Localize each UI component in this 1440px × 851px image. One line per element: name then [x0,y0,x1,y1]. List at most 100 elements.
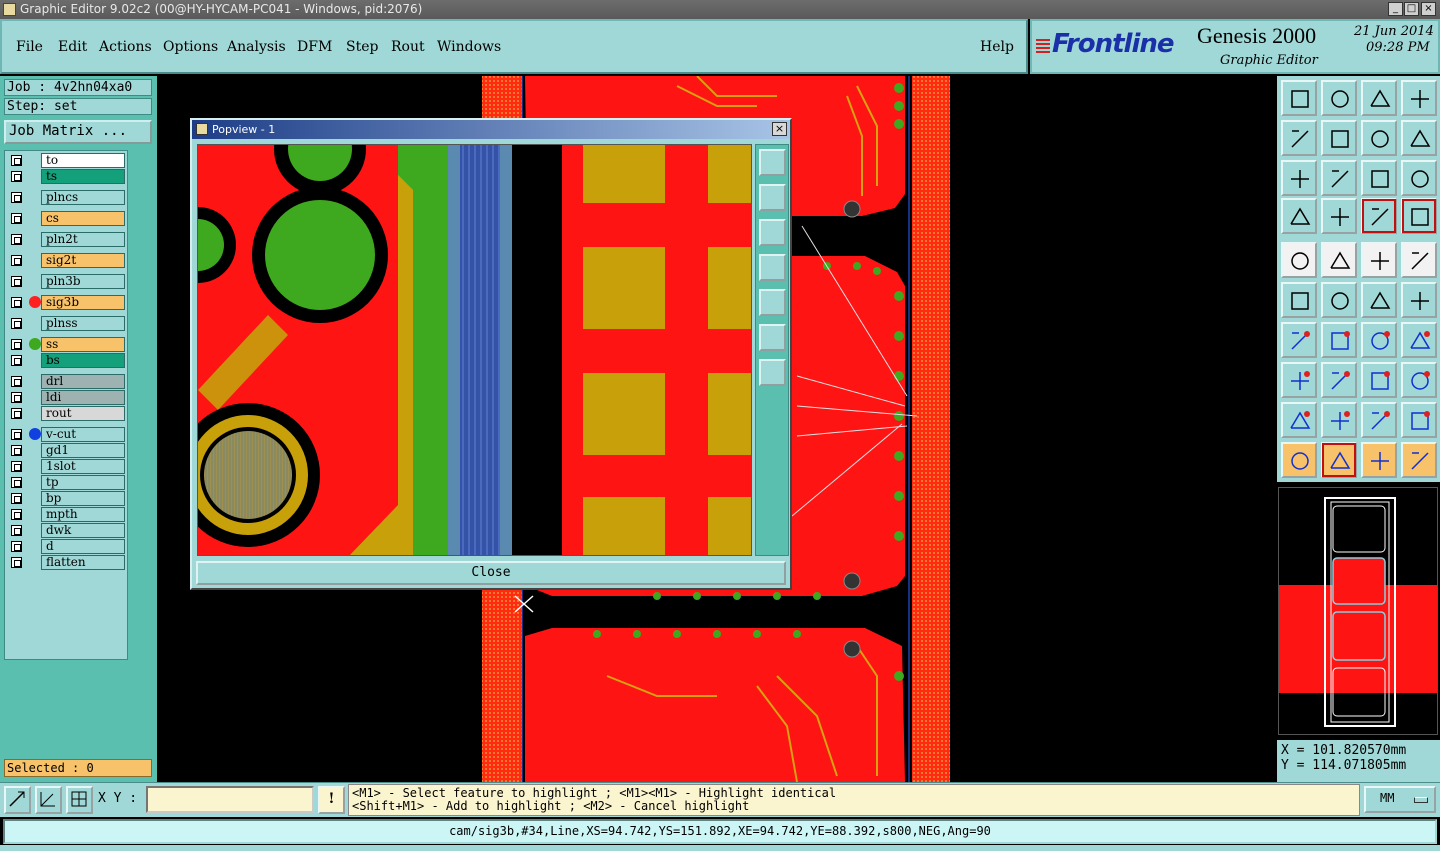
layer-label[interactable]: mpth [41,507,125,522]
layer-checkbox[interactable] [11,297,22,308]
menu-options[interactable]: Options [163,39,218,55]
execute-button[interactable]: ! [318,786,345,814]
layer-checkbox[interactable] [11,339,22,350]
measure-angle-icon[interactable] [35,786,62,814]
bar-icon[interactable] [1321,362,1357,398]
center-icon[interactable] [1321,160,1357,196]
layer-row-sig2t[interactable]: sig2t [7,253,125,268]
layer-label[interactable]: sig2t [41,253,125,268]
triangle-a-icon[interactable] [1281,402,1317,438]
fit-icon[interactable] [1281,160,1317,196]
layer-row-v-cut[interactable]: v-cut [7,427,125,442]
circle-select-icon[interactable] [1401,242,1437,278]
close-icon[interactable]: × [1421,2,1436,16]
layer-row-cs[interactable]: cs [7,211,125,226]
menu-edit[interactable]: Edit [58,39,87,55]
units-dropdown[interactable]: MM [1364,786,1436,813]
line-b-icon[interactable] [1321,322,1357,358]
layer-checkbox[interactable] [11,318,22,329]
layer-row-dwk[interactable]: dwk [7,523,125,538]
layer-checkbox[interactable] [11,493,22,504]
pv-pan-down-icon[interactable] [759,219,786,246]
help-query-icon[interactable] [1401,160,1437,196]
layer-checkbox[interactable] [11,276,22,287]
cross-icon[interactable] [1321,282,1357,318]
menu-actions[interactable]: Actions [99,39,152,55]
layer-label[interactable]: gd1 [41,443,125,458]
layers-a-icon[interactable] [1361,198,1397,234]
layer-label[interactable]: bs [41,353,125,368]
popview-title-bar[interactable]: Popview - 1 × [192,120,790,139]
layer-row-drl[interactable]: drl [7,374,125,389]
layer-checkbox[interactable] [11,557,22,568]
layer-checkbox[interactable] [11,445,22,456]
layer-row-pln3b[interactable]: pln3b [7,274,125,289]
layers-b-icon[interactable] [1401,198,1437,234]
layer-label[interactable]: bp [41,491,125,506]
house-icon[interactable] [1361,80,1397,116]
connect-icon[interactable] [1281,282,1317,318]
layer-row-flatten[interactable]: flatten [7,555,125,570]
layer-checkbox[interactable] [11,213,22,224]
pv-zoom-window-icon[interactable] [759,149,786,176]
grid-snap-icon[interactable] [66,786,93,814]
zoom-in-icon[interactable] [1321,80,1357,116]
layer-checkbox[interactable] [11,376,22,387]
layer-label[interactable]: v-cut [41,427,125,442]
layer-label[interactable]: drl [41,374,125,389]
zoom-window-icon[interactable] [4,786,31,814]
popview-canvas[interactable] [197,144,752,556]
add-pad-icon[interactable] [1281,242,1317,278]
node-b-icon[interactable] [1401,282,1437,318]
layer-label[interactable]: dwk [41,523,125,538]
layer-checkbox[interactable] [11,509,22,520]
popview-close-button[interactable]: Close [196,561,786,585]
layer-label[interactable]: rout [41,406,125,421]
triangle-c-icon[interactable] [1361,402,1397,438]
triangle-b-icon[interactable] [1321,402,1357,438]
menu-file[interactable]: File [16,39,43,55]
menu-windows[interactable]: Windows [437,39,501,55]
minimap-view[interactable] [1278,487,1438,735]
layer-row-bp[interactable]: bp [7,491,125,506]
layer-row-plnss[interactable]: plnss [7,316,125,331]
layer-label[interactable]: 1slot [41,459,125,474]
route-icon[interactable] [1401,442,1437,478]
layer-checkbox[interactable] [11,541,22,552]
mirror-icon[interactable] [1401,120,1437,156]
layer-row-gd1[interactable]: gd1 [7,443,125,458]
home-view-icon[interactable] [1281,80,1317,116]
layer-row-rout[interactable]: rout [7,406,125,421]
menu-dfm[interactable]: DFM [297,39,332,55]
pv-pan-up-icon[interactable] [759,184,786,211]
xy-coordinate-input[interactable] [146,786,314,813]
add-shape-icon[interactable] [1321,242,1357,278]
layer-checkbox[interactable] [11,155,22,166]
layer-label[interactable]: d [41,539,125,554]
layer-row-mpth[interactable]: mpth [7,507,125,522]
layer-row-plncs[interactable]: plncs [7,190,125,205]
layer-row-ldi[interactable]: ldi [7,390,125,405]
net-icon[interactable] [1401,362,1437,398]
layer-row-d[interactable]: d [7,539,125,554]
layer-row-to[interactable]: to [7,153,125,168]
layer-row-1slot[interactable]: 1slot [7,459,125,474]
layer-label[interactable]: cs [41,211,125,226]
layer-checkbox[interactable] [11,255,22,266]
layer-checkbox[interactable] [11,477,22,488]
layer-label[interactable]: plnss [41,316,125,331]
layer-label[interactable]: pln2t [41,232,125,247]
scale-1-2-icon[interactable] [1361,160,1397,196]
layer-label[interactable]: pln3b [41,274,125,289]
select-b-icon[interactable] [1361,442,1397,478]
minimize-icon[interactable]: _ [1388,2,1403,16]
layer-checkbox[interactable] [11,525,22,536]
pointer-icon[interactable] [1281,442,1317,478]
layer-row-tp[interactable]: tp [7,475,125,490]
layer-label[interactable]: to [41,153,125,168]
layer-label[interactable]: sig3b [41,295,125,310]
popview-close-icon[interactable]: × [772,122,787,136]
layer-label[interactable]: flatten [41,555,125,570]
line-icon[interactable] [1281,322,1317,358]
layer-row-ts[interactable]: ts [7,169,125,184]
